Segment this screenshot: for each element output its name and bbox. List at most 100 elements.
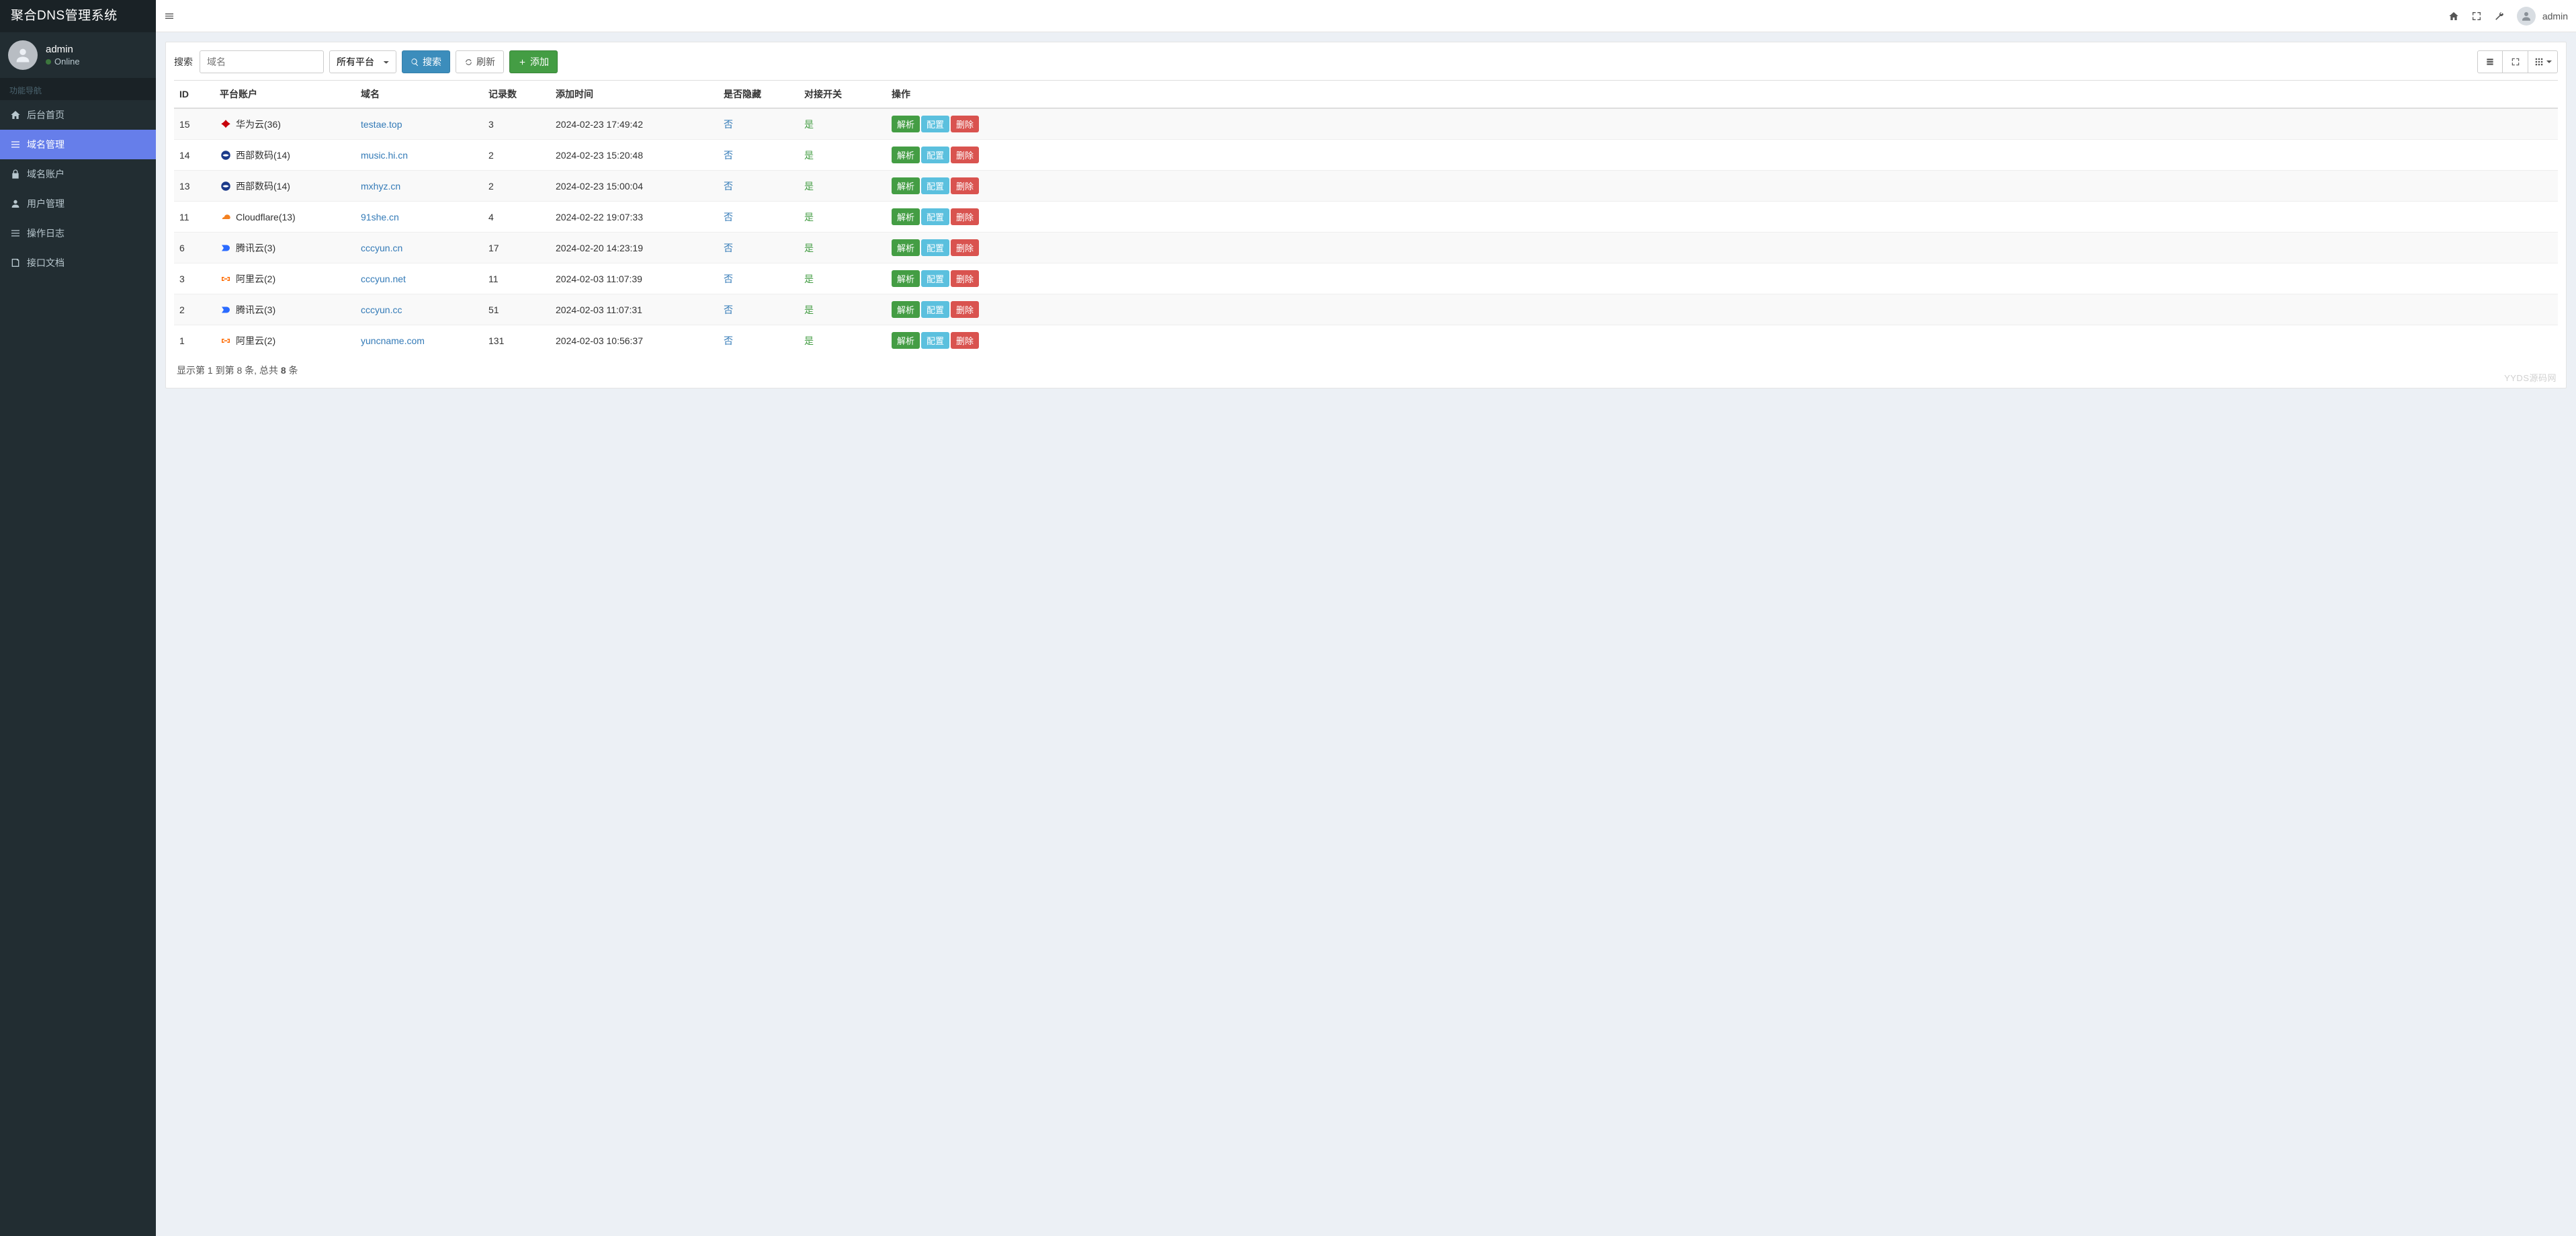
- parse-button[interactable]: 解析: [892, 147, 920, 163]
- toolbar: 搜索 所有平台 搜索 刷新 添加: [174, 50, 2558, 73]
- cell-time: 2024-02-03 11:07:31: [550, 294, 718, 325]
- domain-link[interactable]: mxhyz.cn: [361, 181, 400, 192]
- parse-button[interactable]: 解析: [892, 270, 920, 287]
- delete-button[interactable]: 删除: [951, 270, 979, 287]
- expand-icon[interactable]: [2503, 50, 2528, 73]
- parse-button[interactable]: 解析: [892, 116, 920, 132]
- brand-title: 聚合DNS管理系统: [0, 0, 156, 32]
- config-button[interactable]: 配置: [921, 239, 949, 256]
- delete-button[interactable]: 删除: [951, 208, 979, 225]
- config-button[interactable]: 配置: [921, 208, 949, 225]
- switch-value[interactable]: 是: [804, 181, 814, 192]
- domain-link[interactable]: yuncname.com: [361, 335, 425, 346]
- hidden-value[interactable]: 否: [724, 181, 733, 192]
- config-button[interactable]: 配置: [921, 332, 949, 349]
- cell-switch: 是: [799, 325, 886, 356]
- config-button[interactable]: 配置: [921, 177, 949, 194]
- cell-domain: cccyun.cn: [355, 233, 483, 263]
- domain-link[interactable]: 91she.cn: [361, 212, 399, 222]
- switch-value[interactable]: 是: [804, 119, 814, 130]
- toolbar-right: [2477, 50, 2558, 73]
- config-button[interactable]: 配置: [921, 301, 949, 318]
- switch-value[interactable]: 是: [804, 243, 814, 253]
- table-row: 13西部数码(14)mxhyz.cn22024-02-23 15:00:04否是…: [174, 171, 2558, 202]
- cell-domain: mxhyz.cn: [355, 171, 483, 202]
- domain-link[interactable]: cccyun.cn: [361, 243, 402, 253]
- cell-id: 11: [174, 202, 214, 233]
- hidden-value[interactable]: 否: [724, 150, 733, 161]
- domain-link[interactable]: cccyun.net: [361, 274, 406, 284]
- domain-link[interactable]: testae.top: [361, 119, 402, 130]
- cell-records: 2: [483, 140, 550, 171]
- fullscreen-icon[interactable]: [2471, 11, 2482, 22]
- switch-value[interactable]: 是: [804, 212, 814, 222]
- th-time[interactable]: 添加时间: [550, 81, 718, 109]
- switch-value[interactable]: 是: [804, 304, 814, 315]
- parse-button[interactable]: 解析: [892, 177, 920, 194]
- cell-switch: 是: [799, 108, 886, 140]
- logs-icon: [9, 228, 22, 239]
- card-view-icon[interactable]: [2477, 50, 2503, 73]
- cell-domain: 91she.cn: [355, 202, 483, 233]
- th-domain[interactable]: 域名: [355, 81, 483, 109]
- delete-button[interactable]: 删除: [951, 332, 979, 349]
- cell-switch: 是: [799, 171, 886, 202]
- add-button[interactable]: 添加: [509, 50, 558, 73]
- search-button[interactable]: 搜索: [402, 50, 450, 73]
- switch-value[interactable]: 是: [804, 274, 814, 284]
- parse-button[interactable]: 解析: [892, 332, 920, 349]
- sidebar-item-accounts[interactable]: 域名账户: [0, 159, 156, 189]
- table-row: 2腾讯云(3)cccyun.cc512024-02-03 11:07:31否是解…: [174, 294, 2558, 325]
- accounts-icon: [9, 169, 22, 179]
- sidebar-item-users[interactable]: 用户管理: [0, 189, 156, 218]
- domain-input[interactable]: [200, 50, 324, 73]
- config-button[interactable]: 配置: [921, 147, 949, 163]
- delete-button[interactable]: 删除: [951, 147, 979, 163]
- domains-icon: [9, 139, 22, 150]
- th-switch[interactable]: 对接开关: [799, 81, 886, 109]
- switch-value[interactable]: 是: [804, 335, 814, 346]
- hidden-value[interactable]: 否: [724, 119, 733, 130]
- refresh-button[interactable]: 刷新: [456, 50, 504, 73]
- cell-platform: 西部数码(14): [214, 140, 355, 171]
- sidebar-item-dashboard[interactable]: 后台首页: [0, 100, 156, 130]
- hidden-value[interactable]: 否: [724, 243, 733, 253]
- cell-actions: 解析配置删除: [886, 294, 2558, 325]
- parse-button[interactable]: 解析: [892, 208, 920, 225]
- sidebar-item-logs[interactable]: 操作日志: [0, 218, 156, 248]
- topbar-user[interactable]: admin: [2517, 7, 2568, 26]
- platform-select[interactable]: 所有平台: [329, 50, 396, 73]
- table-row: 15华为云(36)testae.top32024-02-23 17:49:42否…: [174, 108, 2558, 140]
- avatar-icon: [2517, 7, 2536, 26]
- config-button[interactable]: 配置: [921, 116, 949, 132]
- home-icon[interactable]: [2448, 11, 2459, 22]
- switch-value[interactable]: 是: [804, 150, 814, 161]
- sidebar-item-api[interactable]: 接口文档: [0, 248, 156, 278]
- cell-actions: 解析配置删除: [886, 325, 2558, 356]
- columns-icon[interactable]: [2528, 50, 2558, 73]
- th-platform[interactable]: 平台账户: [214, 81, 355, 109]
- delete-button[interactable]: 删除: [951, 301, 979, 318]
- th-actions[interactable]: 操作: [886, 81, 2558, 109]
- delete-button[interactable]: 删除: [951, 177, 979, 194]
- th-hidden[interactable]: 是否隐藏: [718, 81, 799, 109]
- hidden-value[interactable]: 否: [724, 304, 733, 315]
- sidebar-item-domains[interactable]: 域名管理: [0, 130, 156, 159]
- domain-link[interactable]: cccyun.cc: [361, 304, 402, 315]
- hidden-value[interactable]: 否: [724, 212, 733, 222]
- config-button[interactable]: 配置: [921, 270, 949, 287]
- dashboard-icon: [9, 110, 22, 120]
- parse-button[interactable]: 解析: [892, 239, 920, 256]
- delete-button[interactable]: 删除: [951, 116, 979, 132]
- hamburger-icon[interactable]: [164, 11, 175, 22]
- th-records[interactable]: 记录数: [483, 81, 550, 109]
- cell-switch: 是: [799, 294, 886, 325]
- wrench-icon[interactable]: [2494, 11, 2505, 22]
- parse-button[interactable]: 解析: [892, 301, 920, 318]
- domain-link[interactable]: music.hi.cn: [361, 150, 408, 161]
- hidden-value[interactable]: 否: [724, 335, 733, 346]
- th-id[interactable]: ID: [174, 81, 214, 109]
- hidden-value[interactable]: 否: [724, 274, 733, 284]
- table-row: 14西部数码(14)music.hi.cn22024-02-23 15:20:4…: [174, 140, 2558, 171]
- delete-button[interactable]: 删除: [951, 239, 979, 256]
